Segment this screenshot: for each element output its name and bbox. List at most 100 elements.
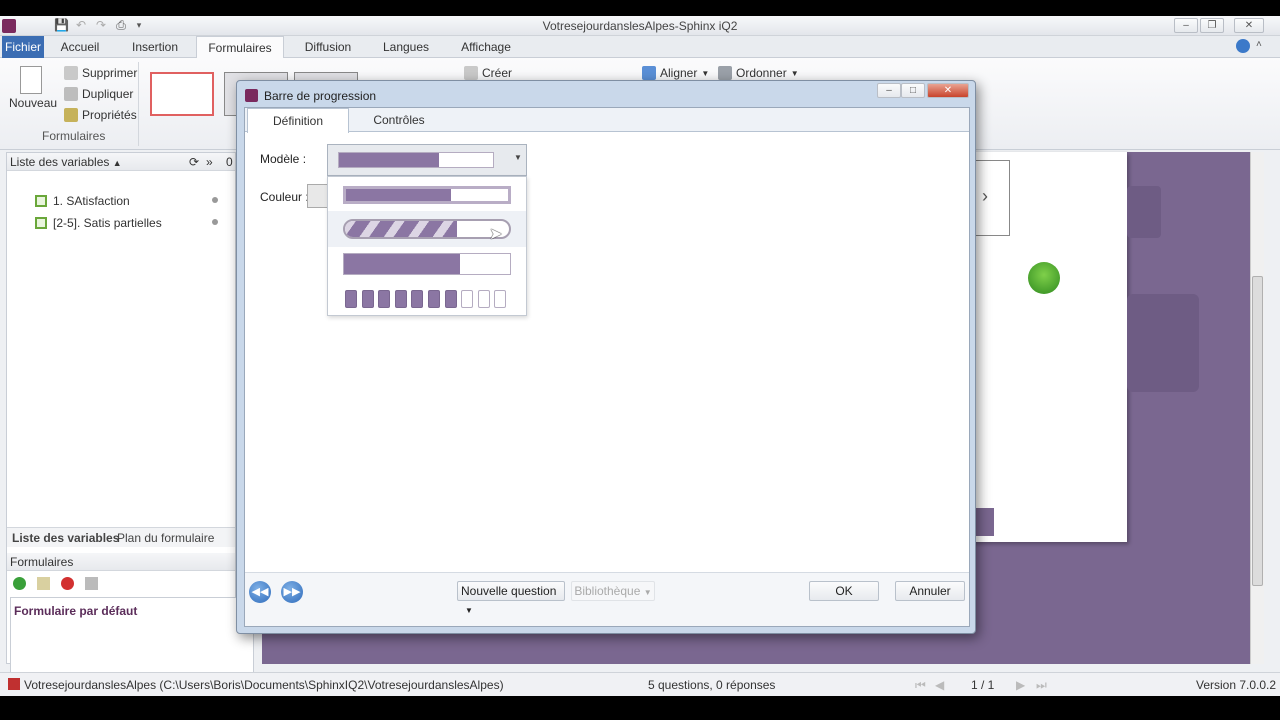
- model-option-flat[interactable]: [328, 247, 526, 283]
- tab-plan-du-formulaire[interactable]: Plan du formulaire: [117, 531, 214, 545]
- canvas-shape-2: [1127, 294, 1199, 392]
- properties-button[interactable]: Propriétés: [64, 108, 137, 122]
- tab-controles[interactable]: Contrôles: [355, 108, 443, 132]
- model-combobox[interactable]: ▼: [327, 144, 527, 176]
- color-picker-button[interactable]: [307, 184, 329, 208]
- form-template-thumb-1[interactable]: [150, 72, 214, 116]
- page-indicator: 1 / 1: [971, 678, 995, 692]
- vertical-scrollbar[interactable]: [1250, 152, 1264, 664]
- variable-item[interactable]: 1. SAtisfaction: [35, 194, 130, 208]
- tab-formulaires[interactable]: Formulaires: [196, 36, 284, 59]
- align-icon: [642, 66, 656, 80]
- last-page-icon[interactable]: ⏭: [1036, 678, 1047, 693]
- order-button[interactable]: Ordonner ▼: [718, 66, 799, 80]
- new-question-dropdown[interactable]: Nouvelle question ▼: [457, 581, 565, 615]
- create-label: Créer: [482, 66, 513, 80]
- progress-segment: [378, 290, 391, 308]
- pin-icon[interactable]: 0: [226, 153, 233, 171]
- edit-form-icon[interactable]: [37, 577, 50, 590]
- prev-page-icon[interactable]: ◀: [935, 678, 944, 692]
- group-label-formulaires: Formulaires: [42, 129, 106, 143]
- library-dropdown[interactable]: Bibliothèque ▼: [571, 581, 655, 601]
- progress-bar-flat: [343, 253, 511, 275]
- progress-fill: [344, 254, 461, 274]
- tab-affichage[interactable]: Affichage: [452, 36, 520, 58]
- align-button[interactable]: Aligner ▼: [642, 66, 709, 80]
- properties-label: Propriétés: [82, 108, 137, 122]
- form-item-default[interactable]: Formulaire par défaut: [14, 604, 137, 618]
- mouse-cursor-icon: ➤: [489, 226, 503, 243]
- first-page-icon[interactable]: ⏮: [915, 678, 926, 693]
- progress-segment: [394, 290, 407, 308]
- delete-label: Supprimer: [82, 66, 138, 80]
- progress-segment: [411, 290, 424, 308]
- new-question-label: Nouvelle question: [461, 584, 557, 598]
- ok-button[interactable]: OK: [809, 581, 879, 601]
- dialog-minimize-button[interactable]: –: [877, 83, 901, 98]
- variable-status-icon: [212, 219, 218, 225]
- properties-icon: [64, 108, 78, 122]
- next-page-icon[interactable]: ▶: [1016, 678, 1025, 692]
- create-icon: [464, 66, 478, 80]
- cancel-button[interactable]: Annuler: [895, 581, 965, 601]
- sort-asc-icon[interactable]: ▲: [113, 158, 122, 168]
- copy-form-icon[interactable]: [85, 577, 98, 590]
- tab-diffusion[interactable]: Diffusion: [294, 36, 362, 58]
- duplicate-icon: [64, 87, 78, 101]
- file-path: VotresejourdanslesAlpes (C:\Users\Boris\…: [24, 678, 504, 692]
- model-option-solid[interactable]: [328, 177, 526, 211]
- duplicate-label: Dupliquer: [82, 87, 134, 101]
- dialog-tab-bar: Définition Contrôles: [245, 108, 969, 133]
- smiley-icon: [1028, 262, 1060, 294]
- tab-langues[interactable]: Langues: [376, 36, 436, 58]
- dialog-close-button[interactable]: ✕: [927, 83, 969, 98]
- tab-definition[interactable]: Définition: [247, 108, 349, 133]
- variable-item[interactable]: [2-5]. Satis partielles: [35, 216, 162, 230]
- dialog-title: Barre de progression: [264, 89, 377, 103]
- refresh-icon[interactable]: ⟳: [189, 153, 199, 171]
- tab-liste-des-variables[interactable]: Liste des variables: [12, 531, 119, 545]
- tab-fichier[interactable]: Fichier: [2, 36, 44, 58]
- chevron-down-icon: ▼: [465, 606, 473, 615]
- forms-panel-title: Formulaires: [10, 555, 74, 569]
- add-form-icon[interactable]: [13, 577, 26, 590]
- restore-button[interactable]: ❐: [1200, 18, 1224, 33]
- model-option-segments[interactable]: [328, 283, 526, 317]
- close-button[interactable]: ✕: [1234, 18, 1264, 33]
- progress-fill: [346, 189, 452, 201]
- align-label: Aligner: [660, 66, 698, 80]
- progress-segment: [361, 290, 374, 308]
- duplicate-button[interactable]: Dupliquer: [64, 87, 133, 101]
- progress-bar-striped: [343, 219, 511, 239]
- order-label: Ordonner: [736, 66, 787, 80]
- chevron-down-icon: ▼: [790, 68, 799, 78]
- title-bar: 💾 ↶ ↷ ⎙ ▾ VotresejourdanslesAlpes-Sphinx…: [0, 16, 1280, 36]
- next-nav-button[interactable]: ▶▶: [281, 581, 303, 603]
- new-form-icon[interactable]: [20, 66, 42, 94]
- minimize-button[interactable]: –: [1174, 18, 1198, 33]
- dialog-maximize-button[interactable]: □: [901, 83, 925, 98]
- progress-segment: [444, 290, 457, 308]
- progress-bar-dialog: Barre de progression – □ ✕ Définition Co…: [236, 80, 976, 634]
- chevron-up-icon[interactable]: ˄: [1256, 39, 1262, 50]
- delete-button[interactable]: Supprimer: [64, 66, 137, 80]
- delete-form-icon[interactable]: [61, 577, 74, 590]
- window-title: VotresejourdanslesAlpes-Sphinx iQ2: [542, 19, 738, 33]
- preview-next-box[interactable]: [974, 160, 1010, 236]
- progress-fill: [345, 221, 457, 237]
- delete-icon: [64, 66, 78, 80]
- forms-panel-header: Formulaires: [7, 553, 235, 571]
- model-dropdown-list: [327, 176, 527, 316]
- new-button[interactable]: Nouveau: [9, 96, 57, 110]
- tab-accueil[interactable]: Accueil: [52, 36, 108, 58]
- progress-segment: [428, 290, 440, 308]
- previous-nav-button[interactable]: ◀◀: [249, 581, 271, 603]
- expand-icon[interactable]: »: [206, 153, 213, 171]
- variable-label: [2-5]. Satis partielles: [53, 216, 162, 230]
- progress-bar-solid: [343, 186, 511, 204]
- version-text: Version 7.0.0.2: [1196, 678, 1277, 692]
- help-icon[interactable]: [1236, 39, 1250, 53]
- scrollbar-thumb[interactable]: [1252, 276, 1263, 586]
- create-button[interactable]: Créer: [464, 66, 512, 80]
- tab-insertion[interactable]: Insertion: [122, 36, 188, 58]
